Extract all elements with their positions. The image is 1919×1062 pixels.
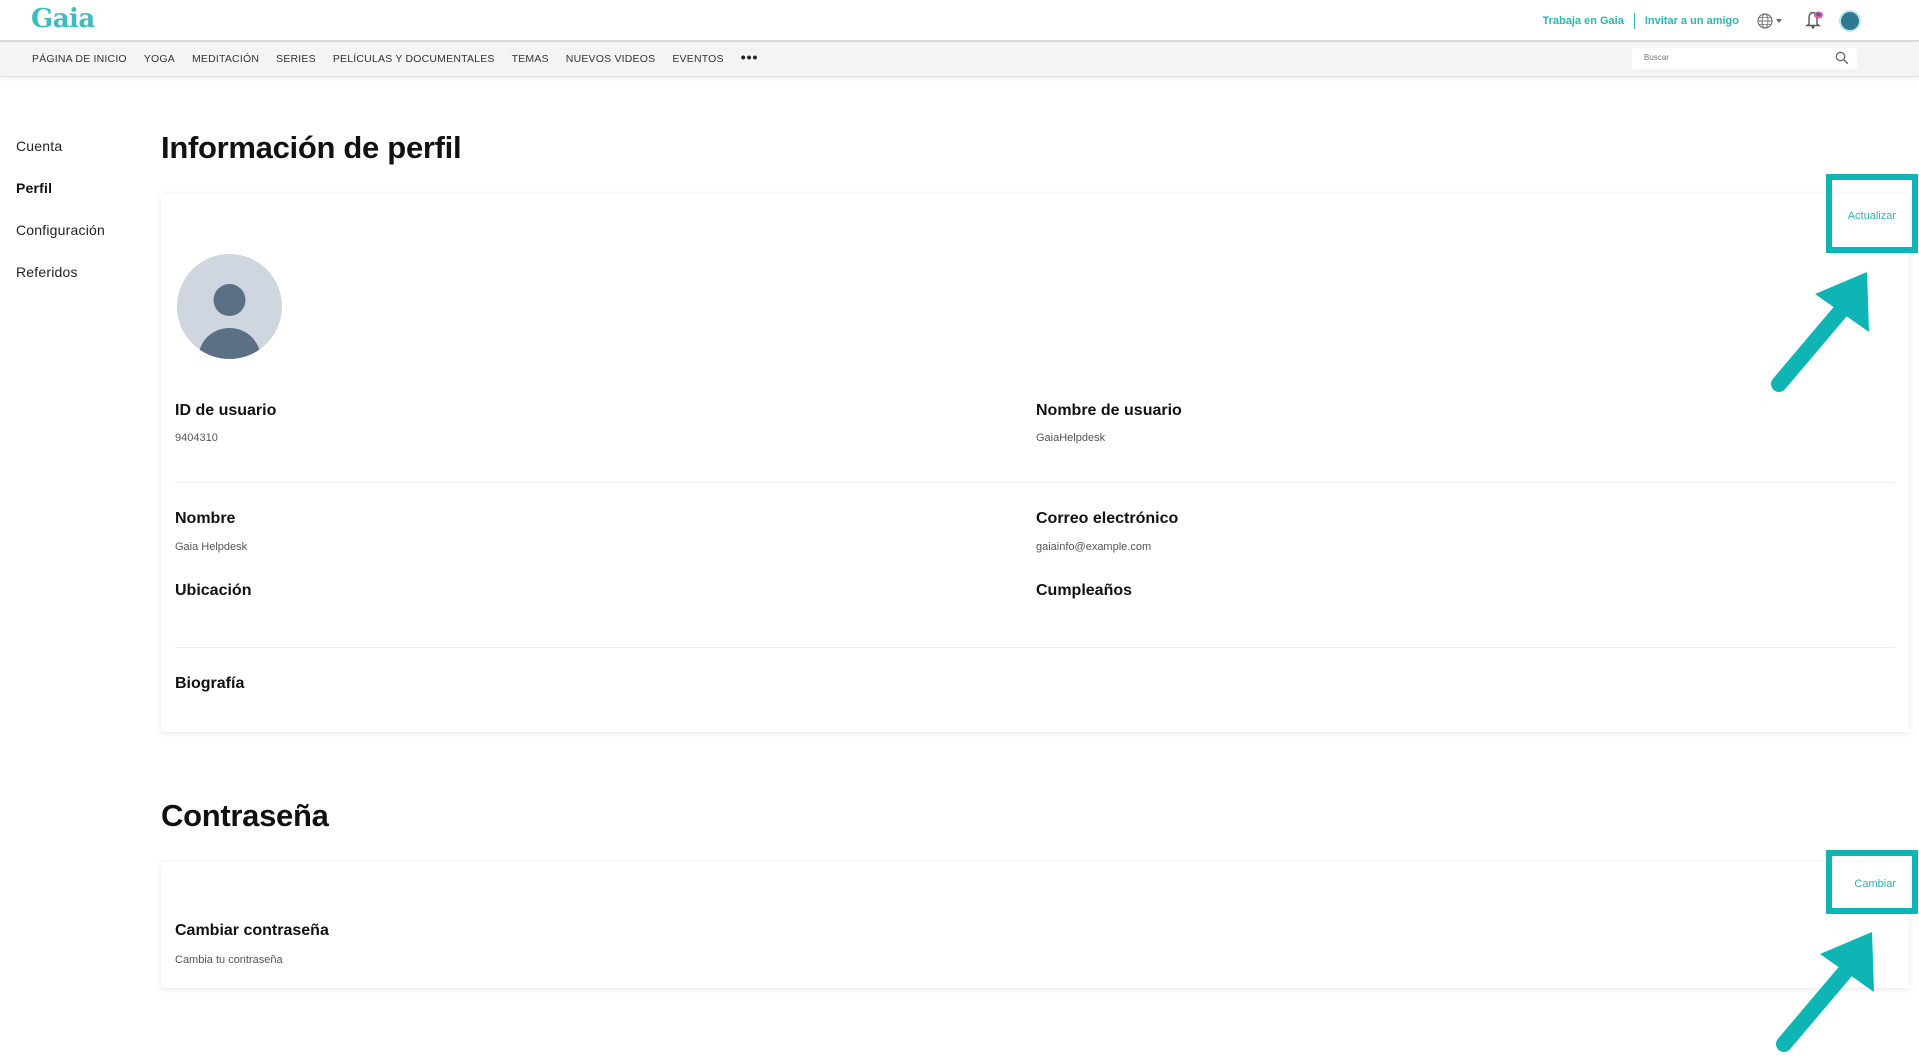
username-value: GaiaHelpdesk [1036, 432, 1106, 444]
arrow-icon [1776, 932, 1874, 1052]
nav-menu: PÁGINA DE INICIO YOGA MEDITACIÓN SERIES … [32, 49, 758, 65]
username-label: Nombre de usuario [1036, 402, 1182, 419]
email-value: gaiainfo@example.com [1036, 541, 1152, 553]
nav-item-home[interactable]: PÁGINA DE INICIO [32, 53, 127, 65]
profile-card: Actualizar ID de usuario 9404310 Nombre … [161, 194, 1909, 732]
search-icon[interactable] [1835, 51, 1849, 65]
biography-label: Biografía [175, 675, 245, 692]
name-label: Nombre [175, 510, 236, 527]
email-label: Correo electrónico [1036, 510, 1179, 527]
change-password-description: Cambia tu contraseña [175, 954, 283, 966]
search-box [1632, 48, 1857, 69]
nav-item-meditation[interactable]: MEDITACIÓN [192, 53, 259, 65]
field-divider [175, 482, 1895, 483]
nav-item-films[interactable]: PELÍCULAS Y DOCUMENTALES [333, 53, 495, 65]
user-id-value: 9404310 [175, 432, 218, 444]
work-at-gaia-link[interactable]: Trabaja en Gaia [1543, 15, 1624, 27]
bell-icon [1804, 11, 1823, 29]
top-right-links: Trabaja en Gaia Invitar a un amigo [1543, 9, 1861, 32]
field-divider [175, 647, 1895, 648]
language-selector[interactable] [1757, 12, 1783, 29]
user-id-label: ID de usuario [175, 402, 277, 419]
sidebar-item-profile[interactable]: Perfil [16, 180, 105, 222]
update-highlight-box [1826, 174, 1918, 253]
change-password-label: Cambiar contraseña [175, 922, 329, 939]
location-label: Ubicación [175, 582, 252, 599]
gaia-logo[interactable]: Gaia [31, 4, 95, 34]
nav-item-new-videos[interactable]: NUEVOS VIDEOS [566, 53, 656, 65]
sidebar-item-referrals[interactable]: Referidos [16, 264, 105, 306]
user-avatar[interactable] [1839, 9, 1861, 32]
arrow-icon [1771, 272, 1869, 392]
main-nav: PÁGINA DE INICIO YOGA MEDITACIÓN SERIES … [0, 42, 1919, 77]
user-silhouette-icon [198, 284, 261, 359]
chevron-down-icon [1776, 18, 1782, 23]
profile-avatar[interactable] [177, 254, 282, 359]
account-sidebar: Cuenta Perfil Configuración Referidos [16, 138, 105, 306]
name-value: Gaia Helpdesk [175, 541, 248, 553]
nav-item-topics[interactable]: TEMAS [512, 53, 549, 65]
profile-section-title: Información de perfil [161, 130, 462, 165]
nav-item-yoga[interactable]: YOGA [144, 53, 175, 65]
top-bar: Gaia Trabaja en Gaia Invitar a un amigo [0, 0, 1919, 42]
password-section-title: Contraseña [161, 798, 329, 833]
link-separator [1633, 12, 1635, 29]
birthday-label: Cumpleaños [1036, 582, 1133, 599]
nav-item-events[interactable]: EVENTOS [672, 53, 723, 65]
globe-icon [1757, 12, 1773, 29]
invite-friend-link[interactable]: Invitar a un amigo [1645, 15, 1739, 27]
nav-item-series[interactable]: SERIES [276, 53, 316, 65]
notifications-button[interactable] [1803, 9, 1825, 32]
sidebar-item-settings[interactable]: Configuración [16, 222, 105, 264]
change-highlight-box [1826, 850, 1918, 914]
sidebar-item-account[interactable]: Cuenta [16, 138, 105, 180]
password-card: Cambiar Cambiar contraseña Cambia tu con… [161, 862, 1909, 988]
search-input[interactable] [1642, 52, 1826, 63]
more-menu-icon[interactable]: ••• [741, 49, 759, 65]
